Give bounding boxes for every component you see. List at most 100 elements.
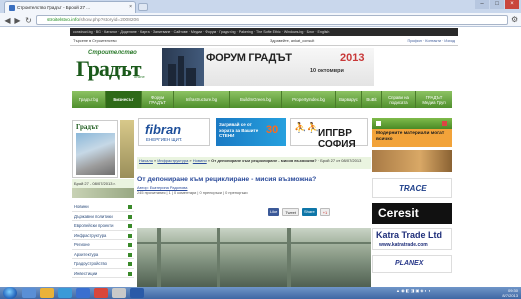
nav-item-varvarus[interactable]: Варварус [336, 91, 362, 108]
katra-url: www.katratrade.com [379, 242, 428, 248]
minimize-button[interactable]: – [475, 0, 489, 9]
tab-title: Строителство Градът - Броой 27 ... [17, 5, 91, 10]
article-stats: 245 прочитания | 1 | 0 коментари | 0 пре… [137, 190, 248, 195]
forum-title: ФОРУМ ГРАДЪТ [206, 52, 292, 64]
skype-icon[interactable] [76, 288, 90, 298]
share-bar: Like Tweet Share +1 [268, 208, 331, 216]
maximize-button[interactable]: □ [490, 0, 504, 9]
nav-item-spravi[interactable]: Справи на подисата [382, 91, 416, 108]
article-photo[interactable] [137, 228, 371, 288]
word-icon[interactable] [130, 288, 144, 298]
nav-item-propertyindex[interactable]: PropertyIndex.bg [282, 91, 336, 108]
close-tab-icon[interactable]: × [129, 2, 132, 13]
clock-date: 8/7/2013 [502, 293, 518, 298]
linkedin-share-button[interactable]: Share [302, 208, 317, 216]
side-menu-item[interactable]: Новини [72, 202, 134, 212]
people-icon: ⛹⛹ [294, 123, 319, 134]
katra-logo: Katra Trade Ltd [376, 230, 443, 240]
walls-ad-number: 30 [266, 124, 279, 136]
url-host: stroitelstvo.info [47, 18, 79, 23]
fibran-ad[interactable]: fibran ЕНЕРГИЕН ЩИТ. [138, 118, 210, 146]
user-links[interactable]: Профил · Контакти · Изход [407, 37, 455, 46]
nav-item-bubit[interactable]: BuBit [362, 91, 382, 108]
nav-item-forum[interactable]: Форум ГРАДЪТ [142, 91, 174, 108]
ipgvr-ad[interactable]: ⛹⛹ ИПГВР СОФИЯ [290, 118, 368, 150]
browser-tab[interactable]: Строителство Градът - Броой 27 ... × [4, 1, 136, 13]
breadcrumb: Начало » Инфраструктура » Новини » От де… [137, 157, 371, 169]
site-logo[interactable]: Строителство Градът online [72, 48, 160, 86]
site-search-label[interactable]: Търсене в Строителство [73, 37, 117, 46]
back-icon[interactable]: ◀ [3, 16, 12, 25]
new-tab-button[interactable] [138, 3, 148, 11]
search-user-strip: Търсене в Строителство Здравейте, ankat_… [70, 37, 458, 46]
app-icon[interactable] [112, 288, 126, 298]
nav-item-media-group[interactable]: ГРАДЪТ Медиа Груп [416, 91, 452, 108]
system-tray[interactable]: ▲ ◉ ◧ ◨ ▣ ◈ ◐ ◑ [396, 288, 430, 293]
clock[interactable]: 09:30 8/7/2013 [492, 288, 518, 298]
close-ad-icon[interactable] [442, 121, 447, 126]
wood-ad[interactable] [372, 150, 452, 172]
close-window-button[interactable]: × [505, 0, 519, 9]
main-nav: Градът.bg Бизнесът Форум ГРАДЪТ Infrastr… [72, 91, 452, 108]
trace-logo: TRACE [399, 184, 427, 193]
side-menu-item[interactable]: Регионе [72, 240, 134, 250]
ceresit-logo: Ceresit [378, 206, 419, 220]
nav-item-infrastructure[interactable]: Infrastructure.bg [174, 91, 230, 108]
explorer-icon[interactable] [40, 288, 54, 298]
magazine-cover-image [76, 133, 115, 175]
magazine-cover-secondary[interactable] [120, 120, 134, 178]
forward-icon[interactable]: ▶ [13, 16, 22, 25]
katra-ad[interactable]: Katra Trade Ltd www.katratrade.com [372, 228, 452, 250]
walls-ad[interactable]: Загрявай се от хората за Вашите СТЕНИ 30 [216, 118, 286, 146]
side-menu-item[interactable]: Градоустройство [72, 259, 134, 269]
right-column-header [372, 118, 452, 129]
breadcrumb-issue: Брой 27 от 08/07/2013 [320, 158, 362, 163]
ie-icon[interactable] [22, 288, 36, 298]
walls-ad-text: Загрявай се от хората за Вашите СТЕНИ [219, 122, 259, 138]
materials-ad[interactable]: Модерните материали могат всичко [372, 129, 452, 147]
side-thumbnail[interactable] [72, 188, 134, 198]
user-greeting: Здравейте, ankat_consult [270, 39, 315, 43]
ceresit-ad[interactable]: Ceresit [372, 203, 452, 224]
google-plus-button[interactable]: +1 [319, 208, 331, 216]
side-menu-item[interactable]: Инвестиции [72, 269, 134, 278]
breadcrumb-section[interactable]: Инфраструктура [157, 158, 188, 163]
side-menu-item[interactable]: Европейски проекти [72, 221, 134, 231]
trace-ad[interactable]: TRACE [372, 178, 452, 198]
side-menu-item[interactable]: Инфраструктура [72, 231, 134, 240]
wrench-menu-icon[interactable]: ⚙ [511, 15, 518, 24]
breadcrumb-current: От депониране към рециклиране - мисия въ… [211, 158, 317, 163]
article-title[interactable]: От депониране към рециклиране - мисия въ… [137, 176, 316, 183]
breadcrumb-home[interactable]: Начало [139, 158, 153, 163]
fibran-tagline: ЕНЕРГИЕН ЩИТ. [146, 137, 183, 142]
planex-logo: PLANEX [395, 260, 424, 267]
planex-ad[interactable]: PLANEX [372, 255, 452, 273]
materials-ad-text: Модерните материали могат всичко [376, 131, 445, 142]
tag-icon [376, 121, 381, 126]
top-network-strip[interactable]: construct.bg · BG · Каталог · Доделяне ·… [70, 28, 458, 36]
side-menu: Новини Държавни политики Европейски прое… [72, 202, 134, 278]
address-bar[interactable]: stroitelstvo.info/show.php?storyid=20082… [36, 15, 508, 25]
facebook-like-button[interactable]: Like [268, 208, 280, 216]
start-button-icon[interactable] [3, 287, 17, 299]
forum-year: 2013 [340, 52, 365, 64]
nav-item-buildingreen[interactable]: BuildInGreen.bg [230, 91, 282, 108]
url-path: /show.php?storyid=2008206 [79, 18, 139, 23]
chrome-icon[interactable] [94, 288, 108, 298]
forum-date: 10 октомври [310, 68, 344, 74]
nav-item-business[interactable]: Бизнесът [106, 91, 142, 108]
media-icon[interactable] [58, 288, 72, 298]
fibran-logo: fibran [145, 122, 182, 137]
issue-label: Брой 27 - 08/07/2013 г. [72, 179, 134, 188]
logo-main-text: Градът [76, 56, 142, 81]
magazine-cover[interactable]: Градът [72, 120, 118, 178]
nav-item-gradat[interactable]: Градът.bg [72, 91, 106, 108]
magazine-title: Градът [76, 123, 99, 131]
favicon-icon [9, 5, 15, 11]
side-menu-item[interactable]: Държавни политики [72, 212, 134, 221]
breadcrumb-news[interactable]: Новини [193, 158, 207, 163]
tweet-button[interactable]: Tweet [282, 208, 300, 216]
side-menu-item[interactable]: Архитектура [72, 250, 134, 259]
article-meta: Автор: Екатерина Радонова 245 прочитания… [137, 185, 371, 195]
reload-icon[interactable]: ↻ [24, 16, 33, 25]
